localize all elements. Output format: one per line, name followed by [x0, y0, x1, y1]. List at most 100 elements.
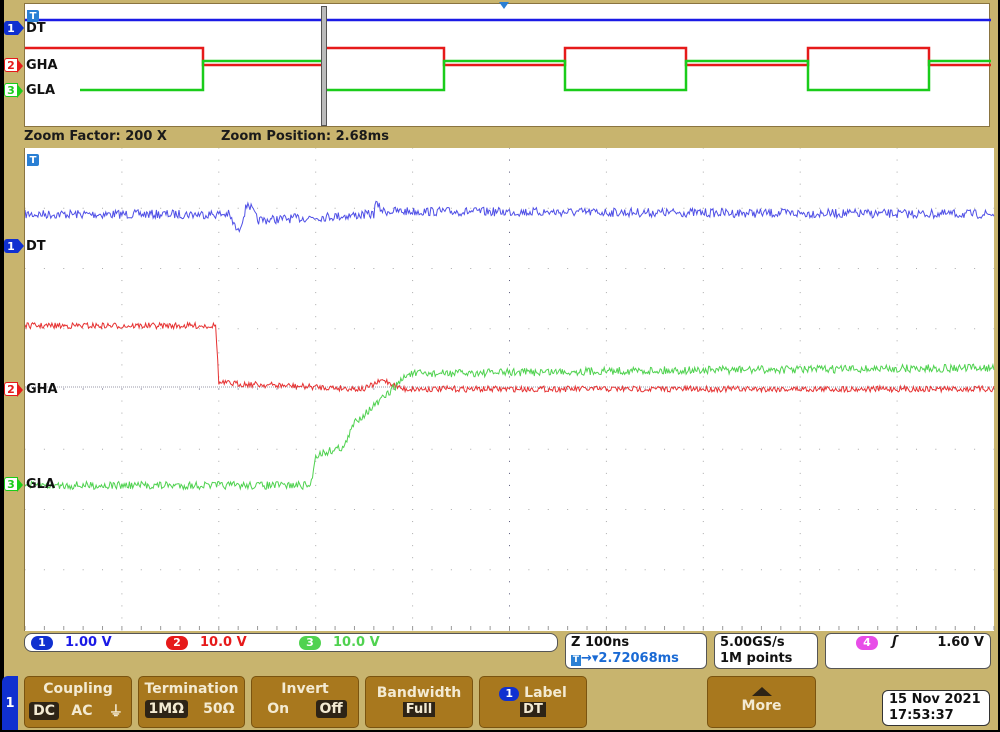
grid-dot: [490, 509, 491, 510]
zoom-timebase: Z 100ns: [571, 635, 701, 651]
termination-50ohm[interactable]: 50Ω: [199, 700, 238, 718]
zoom-window-marker[interactable]: [321, 6, 327, 126]
grid-dot: [509, 196, 510, 197]
grid-dot: [276, 268, 277, 269]
grid-dot: [431, 509, 432, 510]
grid-dot: [199, 208, 200, 209]
coupling-ground-icon[interactable]: ⏚: [105, 700, 127, 722]
grid-dot: [315, 232, 316, 233]
grid-dot: [121, 617, 122, 618]
grid-dot: [606, 401, 607, 402]
time: 17:53:37: [889, 708, 983, 724]
grid-dot: [645, 449, 646, 450]
grid-dot: [296, 208, 297, 209]
grid-dot: [315, 220, 316, 221]
grid-dot: [819, 569, 820, 570]
grid-dot: [412, 437, 413, 438]
up-arrow-icon: [752, 687, 772, 696]
rising-edge-icon: ʃ: [892, 634, 897, 650]
main-waveform-display[interactable]: T: [24, 148, 994, 631]
grid-dot: [703, 280, 704, 281]
grid-dot: [780, 268, 781, 269]
label-button[interactable]: 1Label DT: [479, 676, 587, 728]
grid-dot: [528, 449, 529, 450]
grid-dot: [121, 280, 122, 281]
grid-dot: [63, 389, 64, 390]
grid-dot: [509, 184, 510, 185]
grid-dot: [102, 569, 103, 570]
grid-dot: [587, 268, 588, 269]
grid-dot: [606, 509, 607, 510]
grid-dot: [102, 449, 103, 450]
grid-dot: [645, 569, 646, 570]
termination-1mohm[interactable]: 1MΩ: [145, 700, 189, 718]
grid-dot: [800, 557, 801, 558]
ch2-scale[interactable]: 2 10.0 V: [166, 635, 247, 650]
invert-button[interactable]: Invert On Off: [251, 676, 359, 728]
grid-dot: [412, 268, 413, 269]
grid-dot: [44, 208, 45, 209]
grid-dot: [606, 485, 607, 486]
overview-waveform[interactable]: T: [24, 3, 990, 127]
channel-readout[interactable]: 1 1.00 V 2 10.0 V 3 10.0 V: [24, 633, 558, 652]
grid-dot: [800, 389, 801, 390]
grid-dot: [121, 425, 122, 426]
ch1-scale[interactable]: 1 1.00 V: [31, 635, 112, 650]
main-ch2-marker: 2 GHA: [4, 382, 58, 396]
grid-dot: [121, 413, 122, 414]
grid-dot: [160, 389, 161, 390]
acquisition-readout[interactable]: 5.00GS/s 1M points: [714, 633, 818, 669]
grid-dot: [897, 605, 898, 606]
grid-dot: [625, 509, 626, 510]
grid-dot: [412, 232, 413, 233]
grid-dot: [606, 461, 607, 462]
grid-dot: [257, 569, 258, 570]
more-button[interactable]: More: [707, 676, 816, 728]
bandwidth-button[interactable]: Bandwidth Full: [365, 676, 473, 728]
coupling-dc[interactable]: DC: [29, 702, 59, 720]
grid-dot: [606, 220, 607, 221]
softkey-menu: Coupling DC AC ⏚ Termination 1MΩ 50Ω Inv…: [0, 676, 1000, 732]
grid-dot: [509, 232, 510, 233]
grid-dot: [606, 497, 607, 498]
grid-dot: [819, 208, 820, 209]
grid-dot: [354, 328, 355, 329]
grid-dot: [83, 208, 84, 209]
grid-dot: [121, 521, 122, 522]
grid-dot: [528, 569, 529, 570]
coupling-button[interactable]: Coupling DC AC ⏚: [24, 676, 132, 728]
timebase-readout[interactable]: Z 100ns T→▾2.72068ms: [565, 633, 707, 669]
grid-dot: [121, 232, 122, 233]
grid-dot: [315, 160, 316, 161]
grid-dot: [199, 449, 200, 450]
grid-dot: [141, 449, 142, 450]
grid-dot: [897, 244, 898, 245]
coupling-ac[interactable]: AC: [67, 702, 96, 720]
grid-dot: [625, 569, 626, 570]
grid-dot: [335, 328, 336, 329]
grid-dot: [800, 304, 801, 305]
invert-off[interactable]: Off: [316, 700, 347, 718]
grid-dot: [412, 364, 413, 365]
grid-dot: [315, 449, 316, 450]
grid-dot: [567, 569, 568, 570]
grid-dot: [393, 509, 394, 510]
termination-button[interactable]: Termination 1MΩ 50Ω: [138, 676, 245, 728]
grid-dot: [63, 449, 64, 450]
side-strip: [0, 0, 4, 732]
grid-dot: [315, 304, 316, 305]
grid-dot: [25, 328, 26, 329]
grid-dot: [509, 160, 510, 161]
grid-dot: [897, 256, 898, 257]
grid-dot: [703, 545, 704, 546]
grid-dot: [412, 244, 413, 245]
grid-dot: [160, 328, 161, 329]
grid-dot: [180, 208, 181, 209]
grid-dot: [296, 449, 297, 450]
trigger-readout[interactable]: 4 ʃ 1.60 V: [825, 633, 991, 669]
grid-dot: [25, 569, 26, 570]
grid-dot: [916, 328, 917, 329]
grid-dot: [257, 509, 258, 510]
ch3-scale[interactable]: 3 10.0 V: [299, 635, 380, 650]
invert-on[interactable]: On: [263, 700, 293, 718]
